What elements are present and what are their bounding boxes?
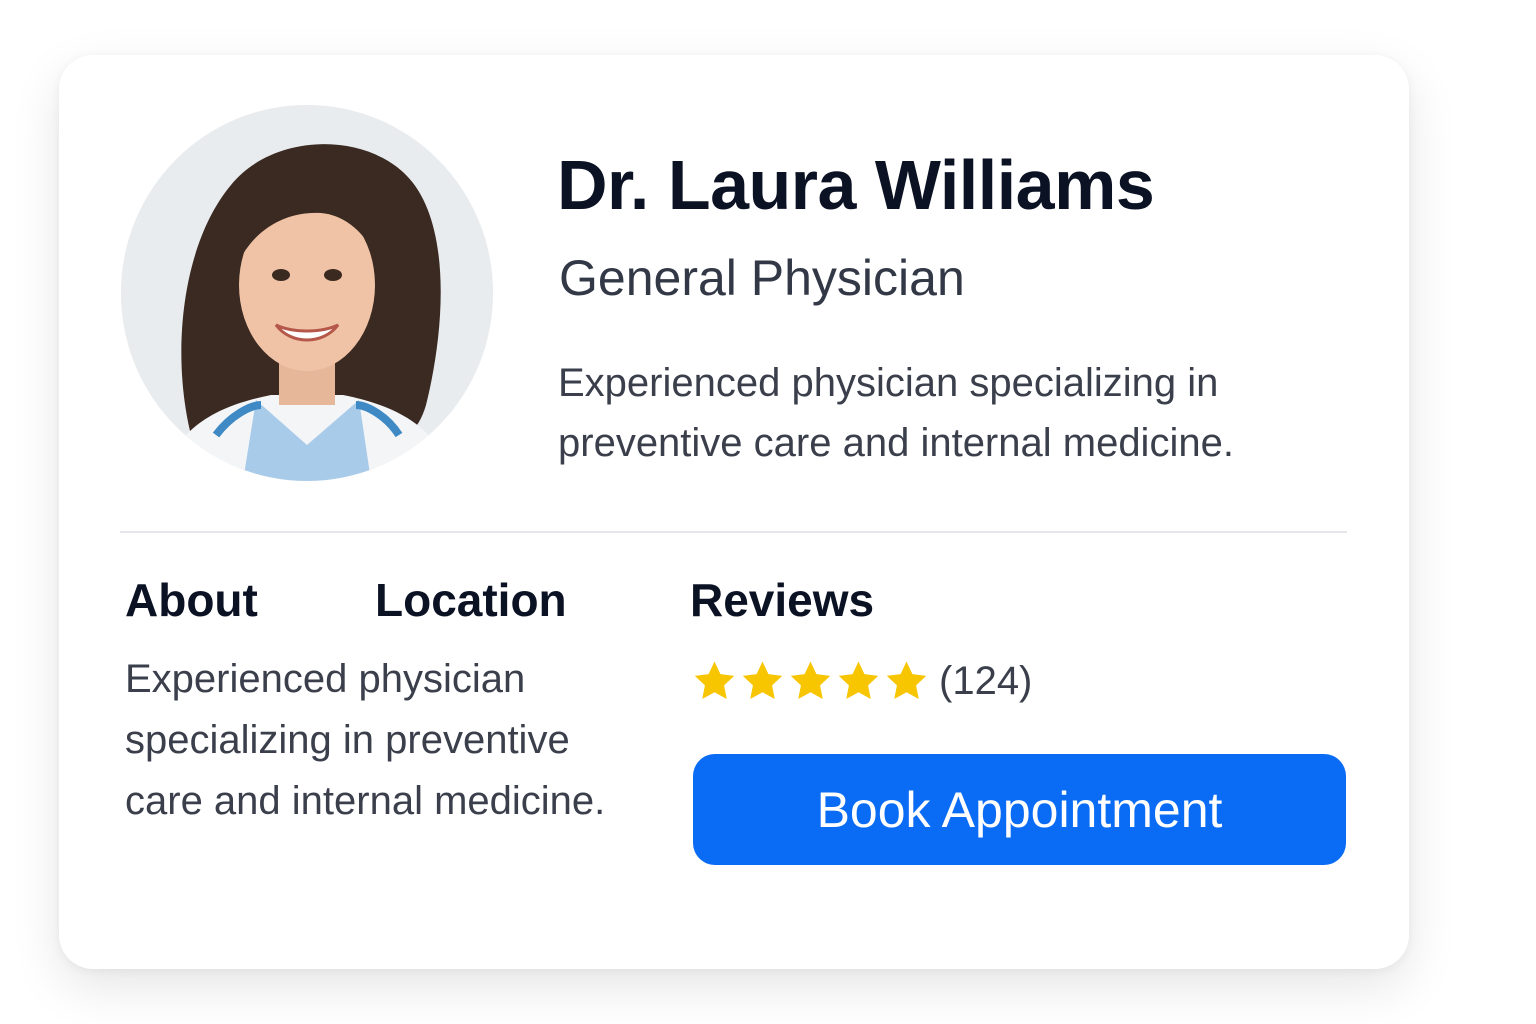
star-icon	[787, 658, 834, 704]
review-count: (124)	[939, 658, 1033, 703]
tab-location[interactable]: Location	[375, 573, 567, 627]
about-text: Experienced physician specializing in pr…	[125, 657, 606, 823]
star-icon	[883, 658, 930, 704]
doctor-specialty: General Physician	[559, 250, 965, 306]
doctor-name: Dr. Laura Williams	[557, 146, 1155, 224]
doctor-bio: Experienced physician specializing in pr…	[558, 361, 1234, 465]
rating-row: (124)	[691, 653, 1032, 709]
star-rating	[691, 658, 931, 704]
star-icon	[691, 658, 738, 704]
star-icon	[739, 658, 786, 704]
doctor-profile-card: Dr. Laura Williams General Physician Exp…	[59, 55, 1409, 969]
reviews-heading: Reviews	[690, 574, 875, 626]
doctor-avatar	[121, 105, 493, 481]
star-icon	[835, 658, 882, 704]
section-divider	[120, 531, 1347, 533]
tab-about[interactable]: About	[125, 573, 258, 627]
book-appointment-button[interactable]: Book Appointment	[693, 754, 1346, 865]
